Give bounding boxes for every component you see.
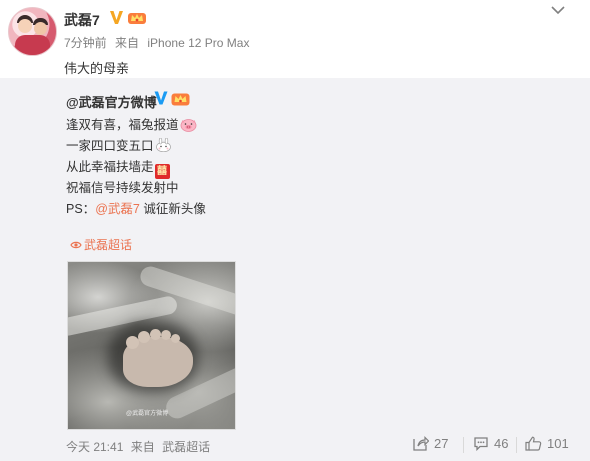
rabbit-emoji-icon	[155, 138, 171, 152]
verified-v-icon	[110, 11, 123, 24]
image-watermark: @武磊官方微博	[126, 411, 169, 417]
divider	[463, 437, 464, 453]
comment-button[interactable]: 46	[473, 436, 508, 452]
repost-line: 从此幸福扶墙走囍	[66, 156, 170, 179]
like-button[interactable]: 101	[525, 436, 569, 451]
post-username[interactable]: 武磊7	[64, 10, 100, 30]
avatar[interactable]	[8, 7, 57, 56]
repost-time[interactable]: 今天 21:41	[66, 440, 123, 454]
post-meta: 7分钟前 来自 iPhone 12 Pro Max	[64, 34, 254, 51]
topic-link[interactable]: 武磊超话	[70, 236, 132, 253]
verified-v-icon	[154, 91, 168, 105]
like-icon	[525, 436, 542, 451]
divider	[516, 437, 517, 453]
repost-meta: 今天 21:41 来自 武磊超话	[66, 438, 214, 455]
post-card: 武磊7 7分钟前 来自 iPhone 12 Pro Max 伟大的母亲	[0, 0, 590, 78]
repost-line: 逢双有喜，福兔报道	[66, 114, 197, 133]
post-time[interactable]: 7分钟前	[64, 36, 107, 50]
repost-line: 祝福信号持续发射中	[66, 181, 179, 195]
post-text: 伟大的母亲	[64, 61, 130, 76]
post-source[interactable]: iPhone 12 Pro Max	[147, 36, 249, 50]
repost-line-ps: PS：@武磊7 诚征新头像	[66, 202, 206, 216]
mention-link[interactable]: @武磊7	[95, 202, 140, 216]
post-source-prefix: 来自	[115, 36, 140, 50]
vip-crown-icon	[128, 13, 146, 24]
comment-icon	[474, 437, 488, 452]
topic-icon	[70, 241, 82, 249]
share-icon	[413, 436, 430, 451]
chevron-down-icon[interactable]	[551, 5, 565, 15]
repost-source-prefix: 来自	[130, 440, 155, 454]
share-button[interactable]: 27	[413, 436, 448, 451]
post-image[interactable]: @武磊官方微博	[67, 261, 236, 430]
repost-author[interactable]: @武磊官方微博	[66, 92, 157, 111]
repost-line: 一家四口变五口	[66, 135, 172, 154]
repost-source[interactable]: 武磊超话	[162, 440, 210, 454]
vip-crown-icon	[171, 93, 190, 106]
pig-emoji-icon	[180, 119, 196, 132]
